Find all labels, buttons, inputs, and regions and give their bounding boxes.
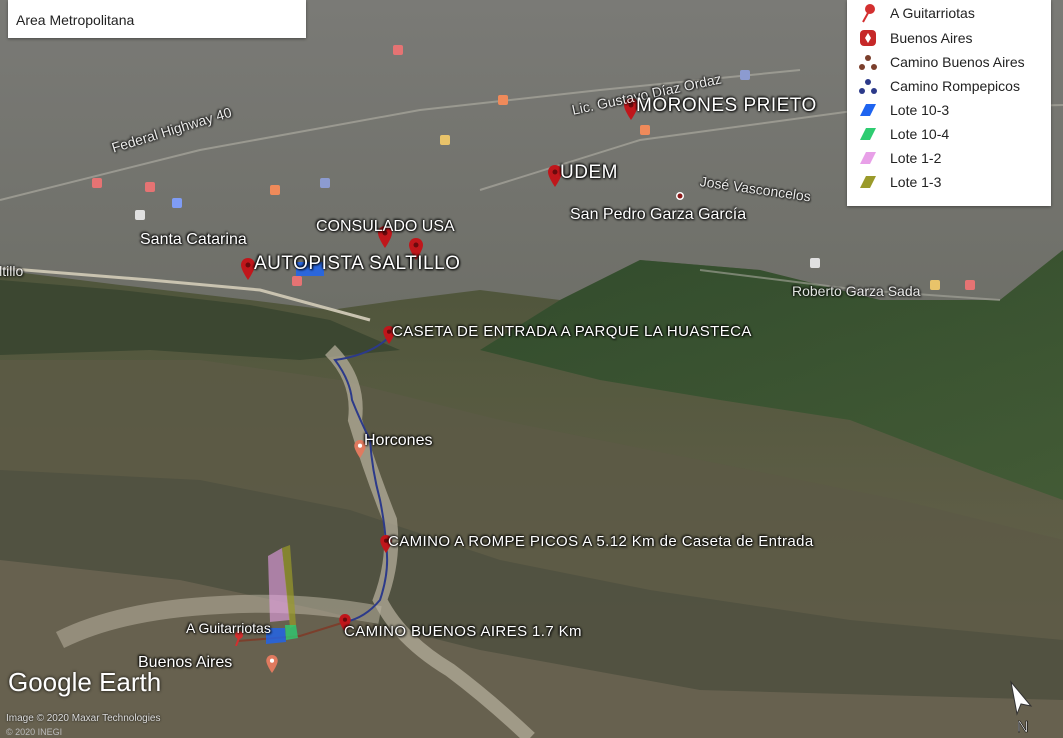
hotel-icon <box>740 70 750 80</box>
place-label-morones-prieto: MORONES PRIETO <box>636 95 817 116</box>
area-label: Area Metropolitana <box>16 12 135 28</box>
legend-item-camino-rompepicos[interactable]: Camino Rompepicos <box>857 75 1020 97</box>
hospital-icon <box>965 280 975 290</box>
hospital-icon <box>393 45 403 55</box>
landmark-icon <box>135 210 145 220</box>
legend-label: A Guitarriotas <box>890 5 975 21</box>
place-label-san-pedro: San Pedro Garza García <box>570 206 747 223</box>
polygon-blue-icon <box>857 100 879 120</box>
legend-item-lote-1-3[interactable]: Lote 1-3 <box>857 171 941 193</box>
map-pin-icon[interactable] <box>241 258 255 280</box>
legend-label: Buenos Aires <box>890 30 973 46</box>
hospital-icon <box>292 276 302 286</box>
restaurant-icon <box>498 95 508 105</box>
polygon-pink-icon <box>857 148 879 168</box>
place-label-autopista: AUTOPISTA SALTILLO <box>254 253 461 274</box>
legend-label: Lote 10-4 <box>890 126 950 142</box>
gas-station-icon <box>172 198 182 208</box>
inegi-credit: © 2020 INEGI <box>6 727 63 737</box>
hotel-icon <box>320 178 330 188</box>
place-label-udem: UDEM <box>560 162 618 183</box>
road-label: Roberto Garza Sada <box>792 283 921 299</box>
place-label-horcones: Horcones <box>364 432 433 449</box>
compass-north-icon[interactable]: N <box>1005 680 1041 734</box>
restaurant-icon <box>270 185 280 195</box>
place-label-caseta: CASETA DE ENTRADA A PARQUE LA HUASTECA <box>392 323 752 340</box>
place-label-consulado: CONSULADO USA <box>316 218 455 235</box>
legend-item-camino-buenos-aires[interactable]: Camino Buenos Aires <box>857 51 1025 73</box>
place-label-santa-catarina: Santa Catarina <box>140 231 247 248</box>
legend-item-buenos-aires[interactable]: Buenos Aires <box>857 27 973 49</box>
school-icon <box>440 135 450 145</box>
place-label-a-guitarriotas: A Guitarriotas <box>186 620 271 636</box>
polygon-olive-icon <box>857 172 879 192</box>
legend-item-a-guitarriotas[interactable]: A Guitarriotas <box>857 2 975 24</box>
hospital-icon <box>92 178 102 188</box>
place-label-camino-buenos-aires: CAMINO BUENOS AIRES 1.7 Km <box>344 623 582 640</box>
red-pushpin-icon <box>857 3 879 23</box>
legend-label: Lote 1-2 <box>890 150 942 166</box>
hospital-icon <box>145 182 155 192</box>
google-earth-logo: Google Earth <box>8 667 162 697</box>
area-header-panel: Area Metropolitana <box>8 0 306 38</box>
location-dot-icon <box>676 192 684 200</box>
imagery-credit: Image © 2020 Maxar Technologies <box>6 713 161 724</box>
red-marker-square-icon <box>857 28 879 48</box>
legend-item-lote-1-2[interactable]: Lote 1-2 <box>857 147 941 169</box>
legend-label: Camino Buenos Aires <box>890 54 1025 70</box>
legend-item-lote-10-3[interactable]: Lote 10-3 <box>857 99 949 121</box>
svg-text:N: N <box>1017 719 1029 734</box>
legend-label: Camino Rompepicos <box>890 78 1020 94</box>
path-brown-icon <box>857 52 879 72</box>
restaurant-icon <box>640 125 650 135</box>
legend-item-lote-10-4[interactable]: Lote 10-4 <box>857 123 949 145</box>
road-label: Saltillo <box>0 263 24 279</box>
path-blue-icon <box>857 76 879 96</box>
polygon-green-icon <box>857 124 879 144</box>
legend-label: Lote 10-3 <box>890 102 950 118</box>
school-icon <box>930 280 940 290</box>
place-label-camino-rompe-picos: CAMINO A ROMPE PICOS A 5.12 Km de Caseta… <box>388 533 814 550</box>
legend-label: Lote 1-3 <box>890 174 942 190</box>
map-pin-icon[interactable] <box>266 655 278 673</box>
map-legend: A Guitarriotas Buenos Aires Camino Bueno… <box>847 0 1051 206</box>
landmark-icon <box>810 258 820 268</box>
